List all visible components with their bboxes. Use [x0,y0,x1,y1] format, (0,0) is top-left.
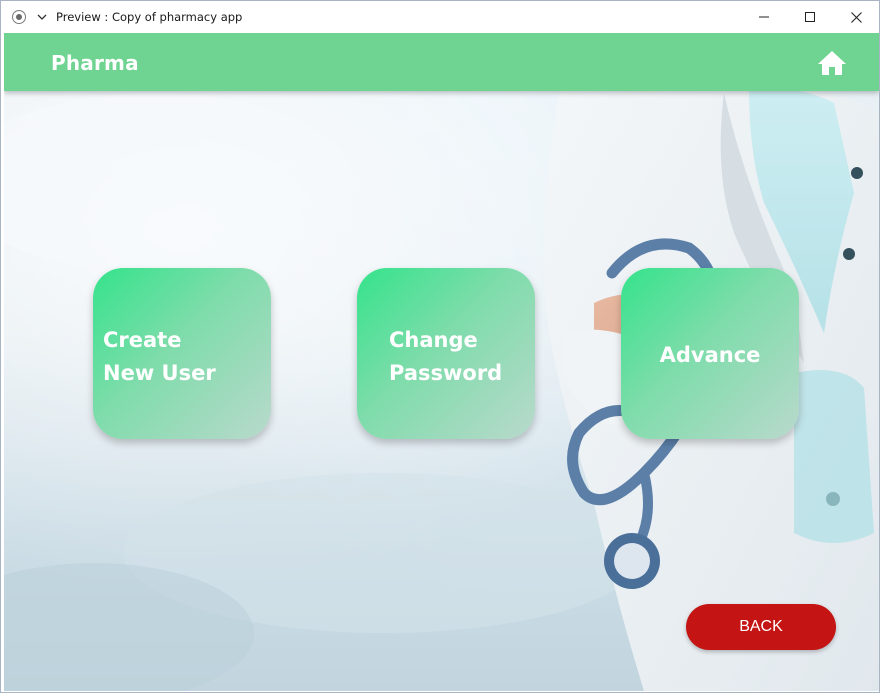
brand-title: Pharma [51,51,139,75]
chevron-down-icon[interactable] [36,11,48,23]
tile-label-line: New User [103,361,216,385]
app-header: Pharma [4,33,879,91]
window-controls [741,1,879,33]
tile-label-line: Advance [659,343,761,367]
close-icon [850,11,862,23]
window-title: Preview : Copy of pharmacy app [56,10,243,24]
maximize-icon [805,12,815,22]
advance-tile[interactable]: Advance [621,268,799,439]
home-button[interactable] [817,49,847,77]
change-password-tile[interactable]: Change Password [357,268,535,439]
app-content: Pharma Create New User Change Password A… [4,33,879,691]
tile-label-line: Password [389,361,503,385]
maximize-button[interactable] [787,1,833,33]
minimize-icon [759,16,769,18]
tile-label-line: Create [103,328,182,352]
minimize-button[interactable] [741,1,787,33]
back-button[interactable]: BACK [686,604,836,650]
close-button[interactable] [833,1,879,33]
tile-label-line: Change [389,328,478,352]
window-titlebar: Preview : Copy of pharmacy app [1,1,879,33]
app-window: Preview : Copy of pharmacy app Pharma Cr… [0,0,880,693]
create-new-user-tile[interactable]: Create New User [93,268,271,439]
home-icon [818,51,846,75]
app-record-icon[interactable] [12,10,26,24]
